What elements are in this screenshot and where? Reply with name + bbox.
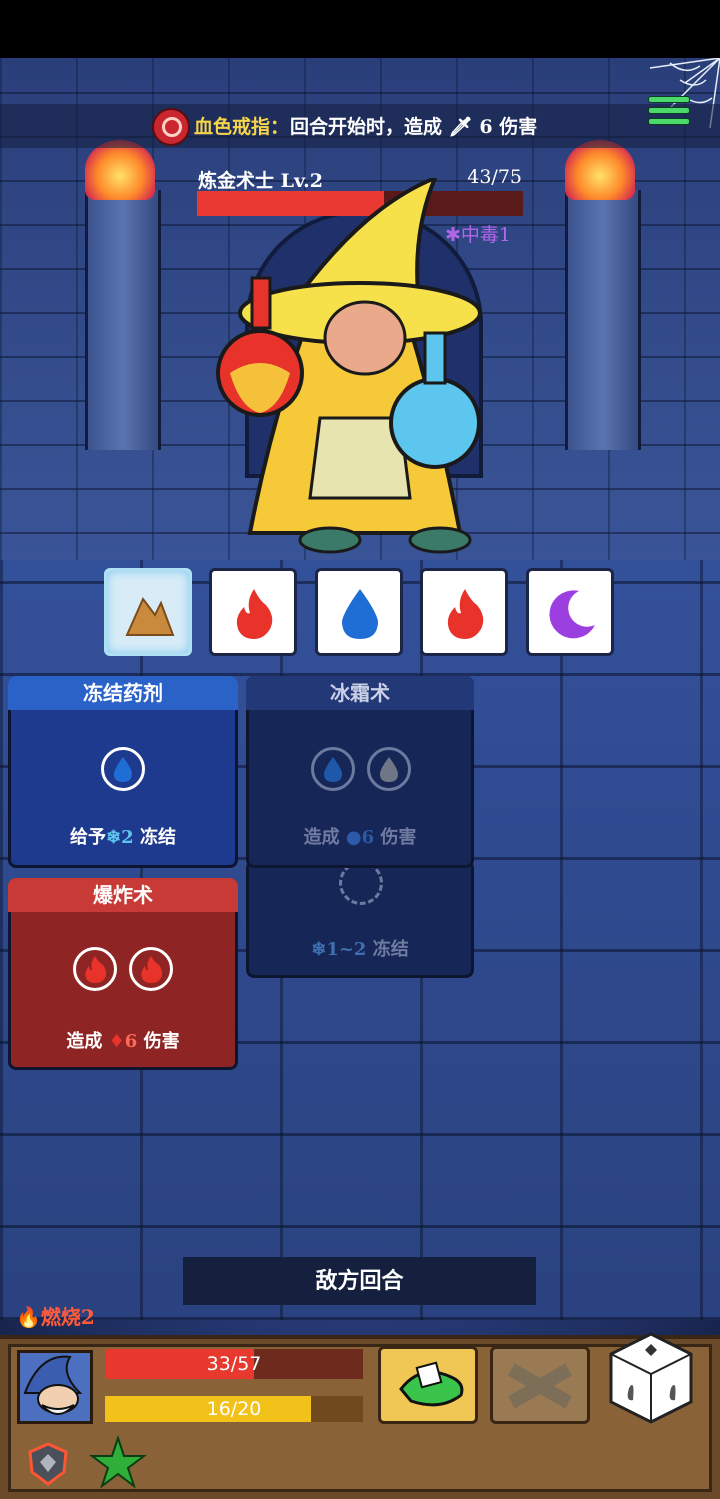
desc-value: 2 [121,827,134,848]
die-rock[interactable] [104,568,192,656]
desc-suffix: 伤害 [143,1031,180,1052]
item-slot-2[interactable] [490,1346,590,1424]
crossed-bandage-icon [507,1363,573,1409]
burn-icon: 🔥 [16,1305,41,1329]
desc-prefix: 给予 [70,827,107,848]
water-slot[interactable] [101,747,145,791]
player-energy-text: 16/20 [206,1398,262,1420]
system-status-bar [0,0,720,58]
fire-icon [447,589,484,639]
alchemist-enemy[interactable] [210,178,510,558]
card-title: 冻结药剂 [8,676,238,710]
desc-suffix: 冻结 [139,827,176,848]
right-pillar [565,190,641,450]
water-drop-icon [342,589,378,639]
die-moon[interactable] [526,568,614,656]
wizard-avatar-icon [23,1355,83,1415]
desc-prefix: 造成 [303,827,340,848]
desc-prefix: 造成 [66,1031,103,1052]
item-slot-1[interactable] [378,1346,478,1424]
turn-banner: 敌方回合 [183,1257,536,1305]
card-explosion[interactable]: 爆炸术 造成 ♦6 伤害 [8,878,238,1070]
snowflake-icon: ❄ [311,939,327,960]
card-description: 造成 ♦6 伤害 [11,1027,235,1053]
player-status[interactable]: 🔥燃烧2 [16,1301,95,1330]
sword-icon: 🗡 [448,116,473,138]
water-drop-icon: ● [345,827,362,848]
player-status-label: 燃烧2 [40,1305,95,1329]
drop-icon [380,757,398,782]
card-description: 给予❄2 冻结 [11,823,235,849]
fire-icon: ♦ [108,1031,125,1052]
roll-dice-button[interactable] [605,1330,697,1426]
fire-slot[interactable] [129,947,173,991]
player-hp-bar: 33/57 [105,1349,363,1379]
desc-value: 6 [124,1031,138,1052]
card-extra: ❄1~2 冻结 [249,935,471,961]
player-portrait-avatar[interactable] [17,1350,93,1424]
card-title: 冰霜术 [246,676,474,710]
green-star-relic-icon[interactable] [88,1436,148,1490]
fire-icon [141,956,163,983]
rock-icon [125,597,175,636]
fire-icon [85,956,107,983]
shield-relic-icon[interactable] [24,1440,72,1488]
card-freeze-potion[interactable]: 冻结药剂 给予❄2 冻结 [8,676,238,868]
water-drop-icon [114,757,132,782]
player-energy-bar: 16/20 [105,1396,363,1422]
fire-icon [236,589,273,639]
relic-name: 血色戒指： [194,116,290,138]
neutral-slot[interactable] [367,747,411,791]
relic-description: 回合开始时，造成 🗡 6 伤害 [290,112,537,139]
green-die-fish-icon [399,1361,464,1407]
desc-value: 6 [361,827,375,848]
water-slot[interactable] [311,747,355,791]
desc-suffix: 伤害 [380,827,417,848]
ring-icon[interactable] [152,108,190,146]
relic-desc-value: 6 [479,116,493,138]
player-hp-text: 33/57 [206,1353,262,1375]
relic-desc-prefix: 回合开始时，造成 [290,116,443,138]
moon-icon [549,590,595,639]
left-torch-icon [85,140,155,200]
card-frost-spell-back: ❄1~2 冻结 [246,860,474,978]
card-description: 造成 ●6 伤害 [249,823,471,849]
die-fire[interactable] [420,568,508,656]
game-screen: 血色戒指： 回合开始时，造成 🗡 6 伤害 炼金术士 Lv.2 43/75 ✱中… [0,0,720,1499]
menu-list-icon[interactable] [648,92,690,132]
fire-slot[interactable] [73,947,117,991]
snowflake-icon: ❄ [106,827,122,848]
right-torch-icon [565,140,635,200]
card-frost-spell[interactable]: 冰霜术 造成 ●6 伤害 [246,676,474,868]
die-fire[interactable] [209,568,297,656]
water-drop-icon [324,757,342,782]
relic-desc-suffix: 伤害 [499,116,538,138]
die-water[interactable] [315,568,403,656]
extra-value: 1~2 [326,939,367,960]
card-title: 爆炸术 [8,878,238,912]
extra-suffix: 冻结 [372,939,409,960]
left-pillar [85,190,161,450]
